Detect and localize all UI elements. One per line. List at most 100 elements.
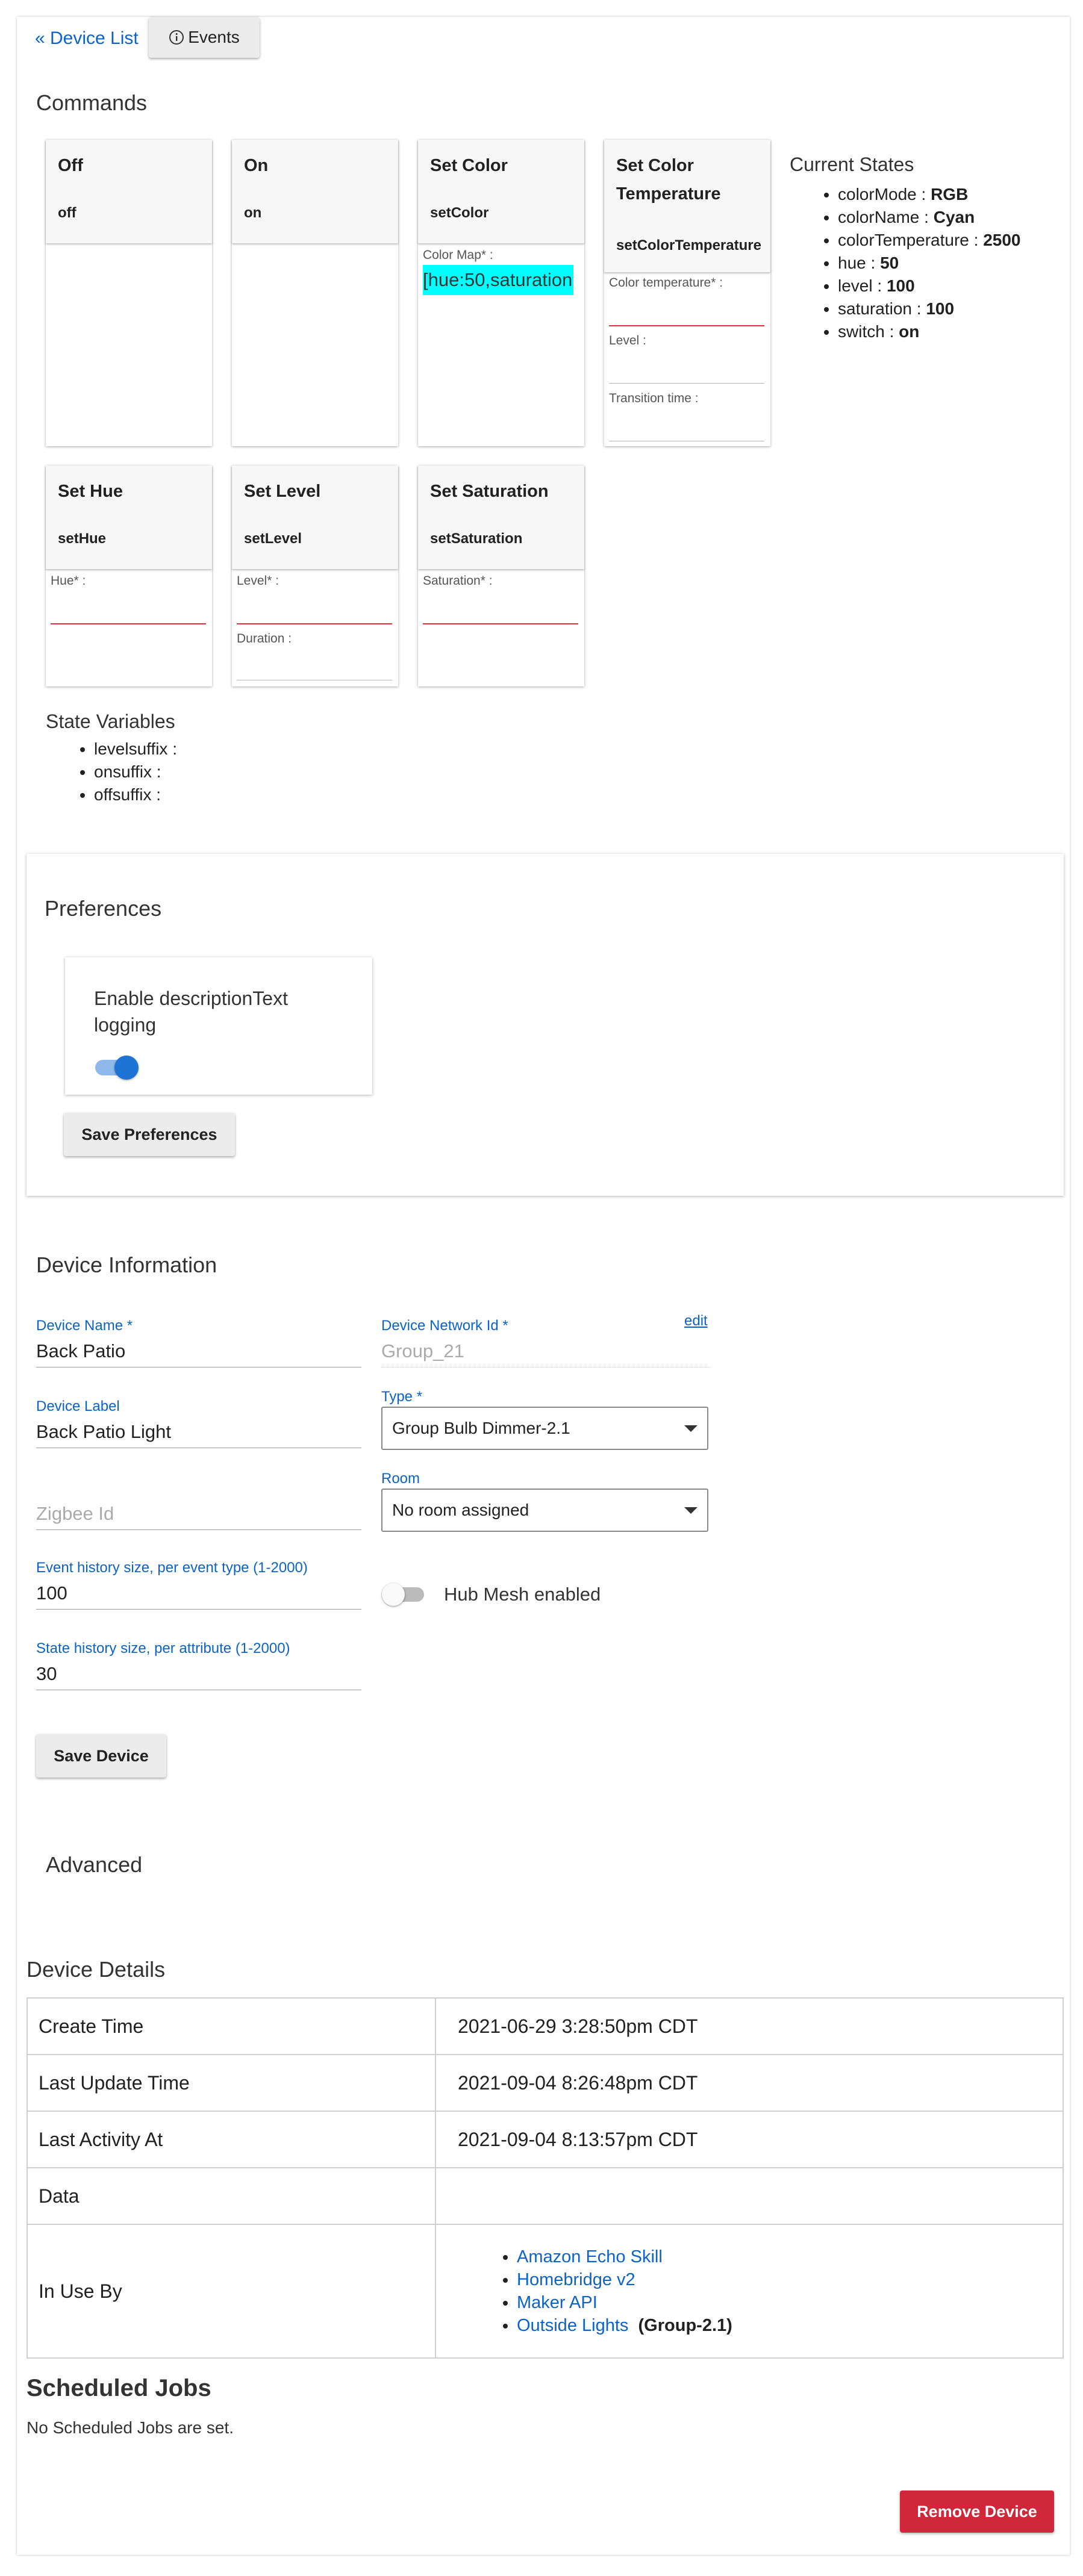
command-off-button[interactable]: Off off [46,140,212,243]
command-set-level-button[interactable]: Set Level setLevel [232,465,398,569]
remove-device-button[interactable]: Remove Device [900,2490,1054,2533]
command-name: setLevel [244,530,302,547]
zigbee-id-input[interactable]: Zigbee Id [36,1503,114,1525]
saturation-label: Saturation* : [423,574,493,588]
hue-input[interactable] [51,623,206,624]
edit-network-id-link[interactable]: edit [684,1313,708,1330]
event-history-underline [36,1609,361,1610]
level-input[interactable] [237,623,392,624]
event-history-label: Event history size, per event type (1-20… [36,1560,308,1576]
state-variables: State Variables levelsuffix : onsuffix :… [46,711,177,806]
device-network-id-input: Group_21 [381,1340,464,1361]
command-set-color-temperature-button[interactable]: Set Color Temperature setColorTemperatur… [604,140,770,272]
device-details-table: Create Time 2021-06-29 3:28:50pm CDT Las… [27,1997,1064,2359]
command-set-hue-button[interactable]: Set Hue setHue [46,465,212,569]
in-use-by-link[interactable]: Outside Lights [517,2316,628,2335]
in-use-by-link[interactable]: Maker API [517,2293,598,2312]
state-variable-item: offsuffix : [94,783,177,806]
command-set-saturation-button[interactable]: Set Saturation setSaturation [418,465,584,569]
description-logging-toggle[interactable] [95,1056,139,1080]
command-name: setColor [430,205,489,221]
type-select[interactable]: Group Bulb Dimmer-2.1 [381,1407,708,1450]
event-history-input[interactable]: 100 [36,1582,67,1604]
list-item: Amazon Echo Skill [517,2245,1052,2268]
command-card-on: On on [232,140,398,446]
type-select-value: Group Bulb Dimmer-2.1 [392,1419,570,1437]
table-cell-value: 2021-09-04 8:26:48pm CDT [435,2054,1064,2112]
in-use-by-list: Amazon Echo Skill Homebridge v2 Maker AP… [447,2245,1052,2337]
transition-time-label: Transition time : [609,391,699,405]
device-details-title: Device Details [27,1957,166,1982]
state-history-label: State history size, per attribute (1-200… [36,1640,290,1657]
state-item: saturation : 100 [838,297,1021,320]
hub-mesh-toggle[interactable] [382,1583,424,1606]
events-button[interactable]: Events [149,17,260,58]
room-label: Room [381,1470,420,1487]
command-title: Set Level [244,482,321,501]
in-use-by-link[interactable]: Homebridge v2 [517,2270,635,2289]
command-title: Set Color Temperature [616,156,721,204]
state-item: hue : 50 [838,252,1021,275]
save-preferences-button[interactable]: Save Preferences [64,1113,235,1156]
command-card-off: Off off [46,140,212,446]
hue-label: Hue* : [51,574,86,588]
list-item: Outside Lights (Group-2.1) [517,2314,1052,2337]
level-input[interactable] [609,383,764,384]
state-item: colorTemperature : 2500 [838,229,1021,252]
state-variable-item: onsuffix : [94,761,177,783]
command-name: setColorTemperature [616,237,761,254]
table-cell-value: 2021-09-04 8:13:57pm CDT [435,2111,1064,2168]
device-name-input[interactable]: Back Patio [36,1340,125,1362]
command-card-set-level: Set Level setLevel Level* : Duration : [232,465,398,686]
room-select[interactable]: No room assigned [381,1489,708,1532]
table-cell-label: Create Time [27,1997,436,2055]
current-states-title: Current States [790,154,914,175]
command-name: setSaturation [430,530,523,547]
device-label-input[interactable]: Back Patio Light [36,1421,171,1443]
list-item: Maker API [517,2291,1052,2314]
device-name-label: Device Name * [36,1318,133,1334]
table-cell-label: Last Update Time [27,2054,436,2112]
command-on-button[interactable]: On on [232,140,398,243]
command-title: Set Saturation [430,482,549,501]
zigbee-id-underline [36,1529,361,1530]
saturation-input[interactable] [423,623,578,624]
command-card-set-color: Set Color setColor Color Map* : [hue:50,… [418,140,584,446]
command-name: on [244,205,262,221]
hub-mesh-label: Hub Mesh enabled [444,1584,601,1605]
scheduled-jobs-empty-text: No Scheduled Jobs are set. [27,2418,234,2437]
command-name: setHue [58,530,107,547]
state-variable-item: levelsuffix : [94,738,177,761]
color-map-label: Color Map* : [423,248,493,262]
table-cell-label: Last Activity At [27,2111,436,2168]
list-item: Homebridge v2 [517,2268,1052,2291]
color-temperature-label: Color temperature* : [609,276,723,290]
save-device-button[interactable]: Save Device [36,1734,166,1778]
device-label-label: Device Label [36,1398,120,1414]
command-card-set-color-temperature: Set Color Temperature setColorTemperatur… [604,140,770,446]
preference-card: Enable descriptionText logging [65,957,372,1095]
table-row: Data [27,2167,1064,2225]
events-label: Events [188,28,240,46]
command-set-color-button[interactable]: Set Color setColor [418,140,584,243]
advanced-toggle[interactable]: Advanced [46,1852,142,1878]
color-temperature-input[interactable] [609,325,764,326]
room-select-value: No room assigned [392,1501,529,1519]
duration-label: Duration : [237,632,292,646]
current-states: Current States colorMode : RGB colorName… [790,154,1021,343]
state-history-input[interactable]: 30 [36,1663,57,1685]
table-row: Last Activity At 2021-09-04 8:13:57pm CD… [27,2111,1064,2168]
state-variables-title: State Variables [46,711,175,732]
table-cell-value: 2021-06-29 3:28:50pm CDT [435,1997,1064,2055]
level-label: Level* : [237,574,279,588]
command-title: Set Hue [58,482,123,501]
command-name: off [58,205,76,221]
level-label: Level : [609,334,646,347]
color-map-input[interactable]: [hue:50,saturation [423,265,573,295]
table-cell-value [435,2167,1064,2225]
in-use-by-link[interactable]: Amazon Echo Skill [517,2247,663,2266]
table-cell-label: In Use By [27,2224,436,2359]
command-title: Off [58,156,83,175]
state-variables-list: levelsuffix : onsuffix : offsuffix : [46,738,177,806]
device-list-link[interactable]: « Device List [35,28,139,49]
